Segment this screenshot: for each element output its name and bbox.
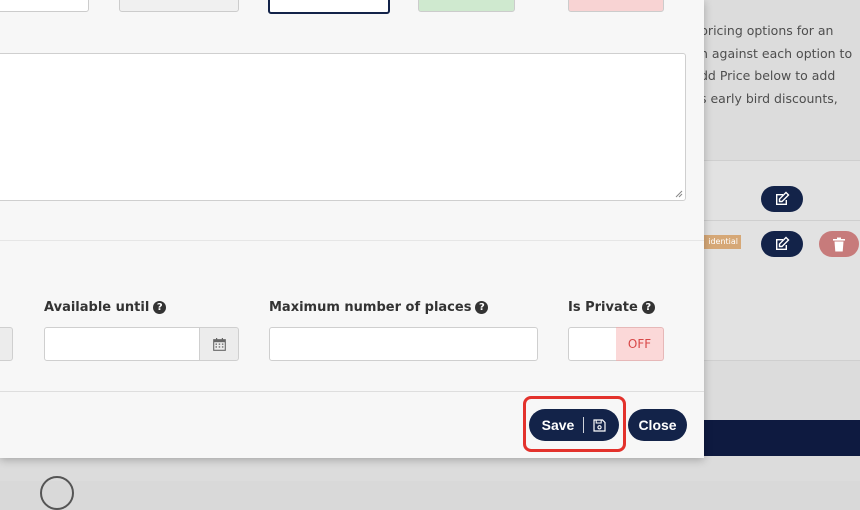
pricing-info-text: pricing options for an n against each op… (700, 20, 860, 110)
info-line: n against each option to (700, 45, 853, 61)
save-button-highlight (523, 396, 626, 452)
table-divider (704, 220, 860, 221)
top-input[interactable] (0, 0, 89, 12)
top-select[interactable] (268, 0, 390, 14)
info-line: s early bird discounts, (700, 90, 838, 106)
edit-price-modal: Available until ? Maximum number of plac… (0, 0, 704, 458)
close-button[interactable]: Close (628, 409, 687, 441)
available-until-label-text: Available until (44, 300, 150, 315)
circle-icon (40, 476, 74, 510)
available-until-input[interactable] (44, 327, 200, 361)
info-line: pricing options for an (700, 23, 834, 38)
calendar-button[interactable] (0, 327, 13, 361)
status-badge: idential (700, 235, 741, 249)
help-icon[interactable]: ? (153, 301, 167, 314)
top-toggle[interactable] (418, 0, 515, 12)
is-private-label: Is Private ? (568, 300, 655, 315)
trash-icon (833, 237, 845, 251)
table-divider (704, 160, 860, 161)
calendar-icon (212, 337, 226, 351)
edit-price-button[interactable] (761, 186, 803, 212)
footer-bar (704, 420, 860, 456)
close-button-label: Close (638, 417, 677, 433)
is-private-label-text: Is Private (568, 300, 638, 315)
description-textarea[interactable] (0, 53, 686, 201)
top-input[interactable] (119, 0, 239, 12)
available-until-label: Available until ? (44, 300, 167, 315)
help-icon[interactable]: ? (475, 301, 489, 314)
help-icon[interactable]: ? (641, 301, 655, 314)
delete-price-button[interactable] (819, 231, 859, 257)
top-toggle[interactable] (568, 0, 664, 12)
table-divider (704, 360, 860, 361)
calendar-button[interactable] (199, 327, 239, 361)
is-private-toggle[interactable]: OFF (616, 327, 664, 361)
toggle-off-text: OFF (627, 337, 652, 351)
form-divider (0, 240, 704, 241)
maximum-places-label-text: Maximum number of places (269, 300, 472, 315)
resize-handle-icon[interactable] (675, 190, 683, 198)
is-private-toggle-handle[interactable] (568, 327, 617, 361)
edit-icon (776, 236, 790, 250)
maximum-places-label: Maximum number of places ? (269, 300, 489, 315)
maximum-places-input[interactable] (269, 327, 538, 361)
info-line: dd Price below to add (700, 68, 836, 83)
edit-icon (776, 191, 790, 205)
footer-divider (0, 391, 704, 392)
edit-price-button[interactable] (761, 231, 803, 257)
